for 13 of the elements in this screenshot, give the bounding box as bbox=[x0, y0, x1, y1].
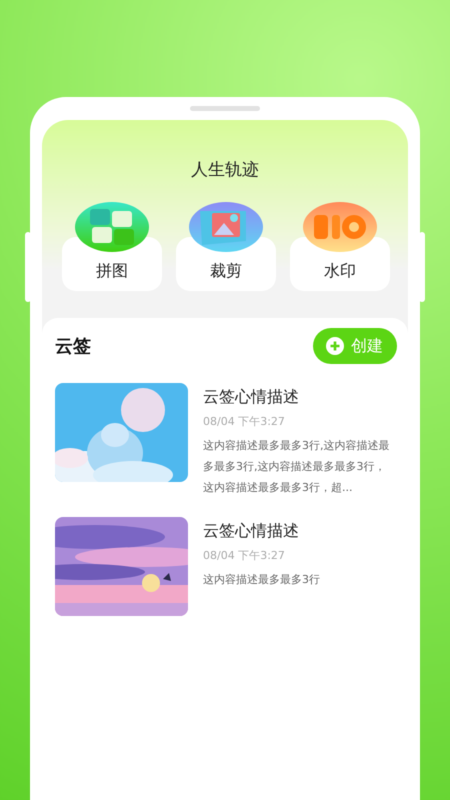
note-time: 08/04 下午3:27 bbox=[203, 414, 286, 429]
puzzle-icon bbox=[74, 201, 150, 253]
note-time: 08/04 下午3:27 bbox=[203, 548, 286, 563]
note-description: 这内容描述最多最多3行 bbox=[203, 572, 321, 588]
image-frame-icon bbox=[188, 201, 264, 253]
speaker-slot bbox=[190, 106, 260, 111]
sticker-icon bbox=[302, 201, 378, 253]
section-title: 云签 bbox=[55, 335, 91, 358]
note-title: 云签心情描述 bbox=[203, 387, 300, 408]
note-title: 云签心情描述 bbox=[203, 521, 300, 542]
note-description: 这内容描述最多最多3行,这内容描述最多最多3行,这内容描述最多最多3行，这内容描述最多最多3行，超... bbox=[203, 438, 390, 496]
plus-icon bbox=[326, 337, 344, 355]
page-title: 人生轨迹 bbox=[190, 159, 260, 181]
